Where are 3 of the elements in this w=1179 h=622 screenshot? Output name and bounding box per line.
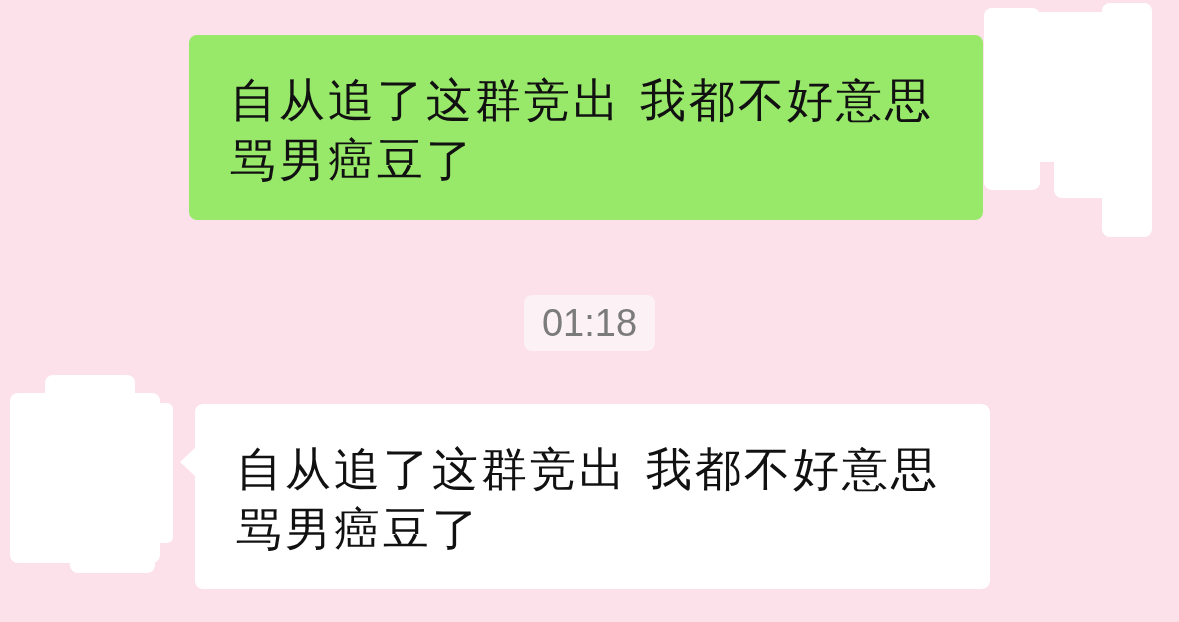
timestamp: 01:18 (523, 295, 656, 351)
message-text: 自从追了这群竞出 我都不好意思骂男癌豆了 (236, 441, 941, 558)
message-text: 自从追了这群竞出 我都不好意思骂男癌豆了 (230, 72, 935, 189)
